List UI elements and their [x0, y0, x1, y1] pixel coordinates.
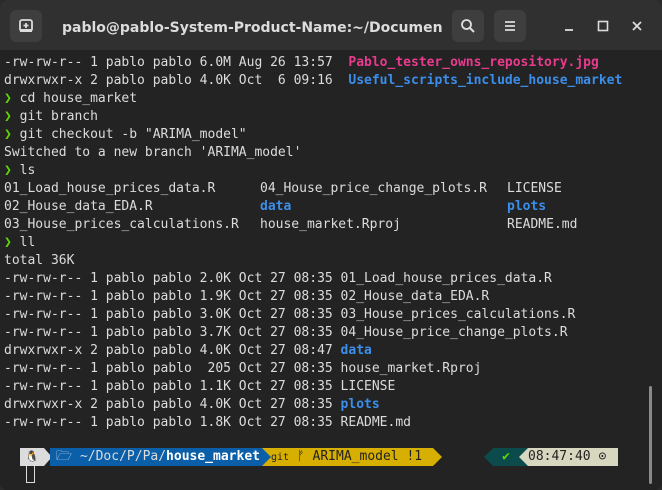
- command-line: ❯ ll: [4, 235, 36, 250]
- command-line: ❯ git branch: [4, 109, 98, 124]
- path-current: house_market: [166, 449, 260, 464]
- ll-row: -rw-rw-r-- 1 pablo pablo 1.8K Oct 27 08:…: [4, 415, 411, 430]
- search-button[interactable]: [452, 10, 484, 42]
- branch-icon: ᚠ: [296, 449, 305, 464]
- window-title: pablo@pablo-System-Product-Name:~/Docume…: [62, 20, 442, 36]
- check-icon: ✔: [502, 449, 510, 464]
- scrollbar[interactable]: [649, 386, 652, 484]
- menu-icon: [505, 21, 515, 31]
- prompt-arrow-icon: ❯: [4, 127, 12, 142]
- title-bar: pablo@pablo-System-Product-Name:~/Docume…: [0, 0, 662, 50]
- ll-row: drwxrwxr-x 2 pablo pablo 4.0K Oct 27 08:…: [4, 397, 380, 412]
- prompt-arrow-icon: ❯: [4, 91, 12, 106]
- ls-row: 01_Load_house_prices_data.R 04_House_pri…: [4, 181, 562, 196]
- linux-icon: 🐧: [25, 450, 39, 463]
- search-icon: [461, 19, 475, 33]
- path-prefix: ~/Doc/P/Pa/: [79, 449, 167, 464]
- terminal-window: pablo@pablo-System-Product-Name:~/Docume…: [0, 0, 662, 490]
- output-line: drwxrwxr-x 2 pablo pablo 4.0K Oct 6 09:1…: [4, 73, 623, 88]
- segment-separator: [262, 448, 271, 466]
- prompt-arrow-icon: ❯: [4, 109, 12, 124]
- text-cursor: [26, 464, 35, 483]
- output-line: total 36K: [4, 253, 75, 268]
- ll-row: drwxrwxr-x 2 pablo pablo 4.0K Oct 27 08:…: [4, 343, 372, 358]
- segment-separator: [484, 448, 493, 466]
- ls-row: 02_House_data_EDA.R data plots: [4, 199, 547, 214]
- new-tab-icon: [19, 19, 33, 32]
- image-file-name: Pablo_tester_owns_repository.jpg: [348, 55, 599, 70]
- segment-separator: [433, 448, 442, 466]
- prompt-arrow-icon: ❯: [4, 163, 12, 178]
- close-button[interactable]: [628, 17, 646, 35]
- directory-name: Useful_scripts_include_house_market: [348, 73, 623, 88]
- menu-button[interactable]: [494, 10, 526, 42]
- new-tab-button[interactable]: [10, 10, 42, 42]
- ll-row: -rw-rw-r-- 1 pablo pablo 3.7K Oct 27 08:…: [4, 325, 568, 340]
- command-line: ❯ ls: [4, 163, 36, 178]
- time-segment: 08:47:40 ⊙: [528, 448, 618, 466]
- command-line: ❯ cd house_market: [4, 91, 138, 106]
- ll-row: -rw-rw-r-- 1 pablo pablo 205 Oct 27 08:3…: [4, 361, 482, 376]
- prompt-arrow-icon: ❯: [4, 235, 12, 250]
- status-segment: ✔: [493, 448, 519, 466]
- path-segment: 🗁 ~/Doc/P/Pa/house_market: [50, 448, 262, 466]
- minimize-icon: [565, 29, 573, 31]
- git-segment: git ᚠ ARIMA_model !1: [271, 448, 433, 466]
- maximize-button[interactable]: [594, 17, 612, 35]
- ll-row: -rw-rw-r-- 1 pablo pablo 1.1K Oct 27 08:…: [4, 379, 396, 394]
- clock-icon: ⊙: [598, 449, 607, 464]
- segment-separator: [519, 448, 528, 466]
- ll-row: -rw-rw-r-- 1 pablo pablo 3.0K Oct 27 08:…: [4, 307, 576, 322]
- ll-row: -rw-rw-r-- 1 pablo pablo 1.9K Oct 27 08:…: [4, 289, 490, 304]
- output-line: -rw-rw-r-- 1 pablo pablo 6.0M Aug 26 13:…: [4, 55, 599, 70]
- git-label: git: [271, 452, 290, 463]
- folder-icon: 🗁: [56, 449, 73, 464]
- close-icon: [632, 21, 642, 31]
- ls-row: 03_House_prices_calculations.R house_mar…: [4, 217, 578, 232]
- terminal-output[interactable]: -rw-rw-r-- 1 pablo pablo 6.0M Aug 26 13:…: [0, 50, 662, 490]
- prompt-time: 08:47:40: [528, 449, 591, 464]
- branch-name: ARIMA_model !1: [312, 449, 423, 464]
- minimize-button[interactable]: [560, 17, 578, 35]
- command-line: ❯ git checkout -b "ARIMA_model": [4, 127, 247, 142]
- ll-row: -rw-rw-r-- 1 pablo pablo 2.0K Oct 27 08:…: [4, 271, 552, 286]
- output-line: Switched to a new branch 'ARIMA_model': [4, 145, 302, 160]
- maximize-icon: [597, 20, 609, 32]
